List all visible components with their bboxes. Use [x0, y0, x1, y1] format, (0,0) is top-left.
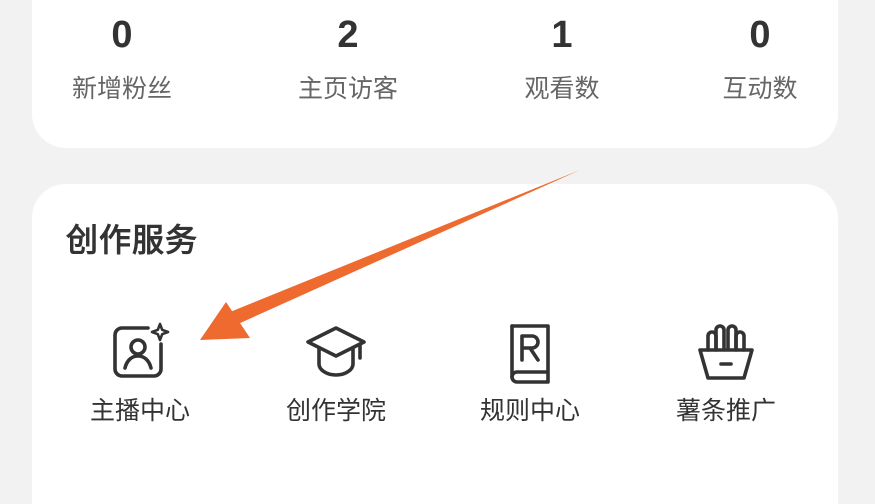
anchor-center-icon	[113, 322, 170, 378]
stat-label: 互动数	[722, 74, 798, 103]
stat-value: 2	[337, 14, 359, 56]
service-anchor-center[interactable]: 主播中心	[50, 320, 230, 423]
stat-value: 0	[111, 14, 133, 56]
stat-label: 观看数	[524, 74, 600, 103]
stats-card: 0 新增粉丝 2 主页访客 1 观看数 0 互动数	[32, 0, 838, 148]
stat-value: 0	[749, 14, 771, 56]
fries-icon	[698, 324, 754, 380]
service-label: 薯条推广	[675, 396, 776, 425]
service-label: 创作学院	[285, 396, 386, 425]
service-label: 规则中心	[479, 396, 580, 425]
section-title: 创作服务	[66, 221, 199, 259]
stat-label: 主页访客	[297, 74, 398, 103]
service-label: 主播中心	[89, 396, 190, 425]
creation-services-card: 创作服务 主播中心 创作学院 规则中心 薯条推广	[32, 184, 838, 504]
graduation-cap-icon	[306, 326, 366, 377]
service-creator-academy[interactable]: 创作学院	[246, 320, 426, 423]
stat-label: 新增粉丝	[71, 74, 172, 103]
rule-book-icon	[510, 324, 550, 384]
stat-new-followers[interactable]: 0 新增粉丝	[32, 16, 212, 101]
service-rules-center[interactable]: 规则中心	[440, 320, 620, 423]
stat-value: 1	[551, 14, 573, 56]
stat-interactions[interactable]: 0 互动数	[670, 16, 850, 101]
service-fries-promotion[interactable]: 薯条推广	[636, 320, 816, 423]
stat-profile-visitors[interactable]: 2 主页访客	[258, 16, 438, 101]
stat-views[interactable]: 1 观看数	[472, 16, 652, 101]
